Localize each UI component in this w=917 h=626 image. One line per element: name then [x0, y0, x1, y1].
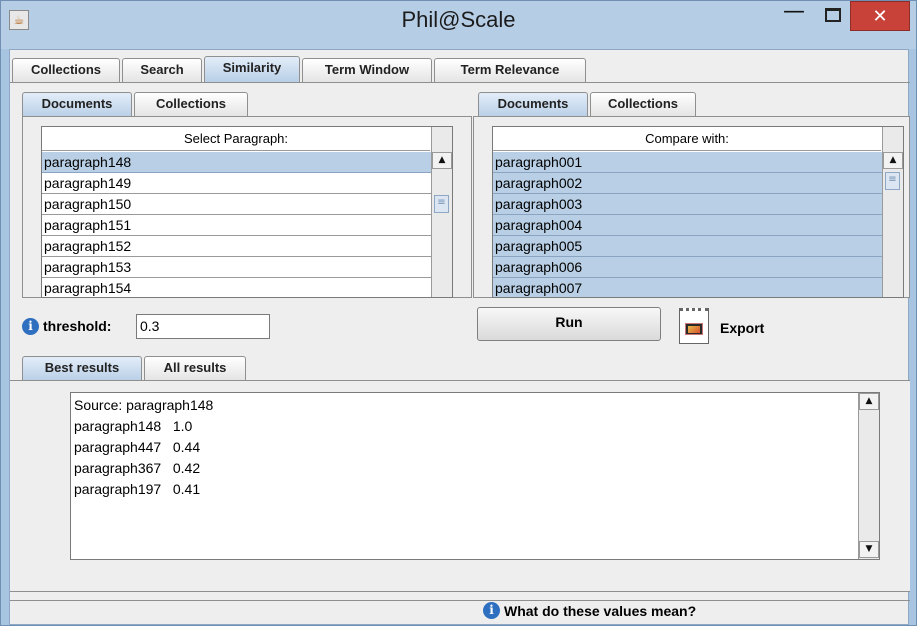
- tab-term-relevance[interactable]: Term Relevance: [434, 58, 586, 82]
- left-tab-collections[interactable]: Collections: [134, 92, 248, 116]
- list-item[interactable]: paragraph154: [42, 278, 432, 297]
- run-button[interactable]: Run: [477, 307, 661, 341]
- results-text-area[interactable]: Source: paragraph148 paragraph148 1.0 pa…: [70, 392, 880, 560]
- threshold-label: threshold:: [43, 318, 112, 334]
- client-area: Collections Search Similarity Term Windo…: [9, 49, 910, 625]
- tab-term-window[interactable]: Term Window: [302, 58, 432, 82]
- right-tab-collections[interactable]: Collections: [590, 92, 696, 116]
- scroll-thumb[interactable]: ≡: [885, 172, 900, 190]
- compare-with-header: Compare with:: [493, 127, 881, 151]
- results-scrollbar[interactable]: ▲ ▼: [858, 393, 879, 559]
- list-item[interactable]: paragraph005: [493, 236, 883, 257]
- app-window: ☕ Phil@Scale — ✕ Collections Search Simi…: [0, 0, 917, 626]
- list-item[interactable]: paragraph151: [42, 215, 432, 236]
- tab-all-results[interactable]: All results: [144, 356, 246, 380]
- close-button[interactable]: ✕: [850, 1, 910, 31]
- values-help-link[interactable]: What do these values mean?: [504, 603, 696, 619]
- scroll-up-icon[interactable]: ▲: [432, 152, 452, 169]
- scroll-up-icon[interactable]: ▲: [859, 393, 879, 410]
- right-tab-documents[interactable]: Documents: [478, 92, 588, 117]
- list-item[interactable]: paragraph004: [493, 215, 883, 236]
- minimize-button[interactable]: —: [775, 1, 813, 25]
- list-item[interactable]: paragraph007: [493, 278, 883, 297]
- right-documents-panel: Compare with: paragraph001 paragraph002 …: [473, 116, 910, 298]
- footer-divider: [10, 600, 910, 601]
- result-line: paragraph447 0.44: [74, 439, 201, 455]
- result-line: paragraph148 1.0: [74, 418, 193, 434]
- main-tab-divider: [10, 82, 910, 83]
- left-tab-documents[interactable]: Documents: [22, 92, 132, 117]
- result-line: paragraph367 0.42: [74, 460, 201, 476]
- title-bar[interactable]: ☕ Phil@Scale — ✕: [1, 1, 916, 49]
- list-item[interactable]: paragraph149: [42, 173, 432, 194]
- left-documents-panel: Select Paragraph: paragraph148 paragraph…: [22, 116, 472, 298]
- list-item[interactable]: paragraph002: [493, 173, 883, 194]
- list-item[interactable]: paragraph006: [493, 257, 883, 278]
- maximize-button[interactable]: [814, 6, 852, 28]
- threshold-input[interactable]: 0.3: [136, 314, 270, 339]
- tab-similarity[interactable]: Similarity: [204, 56, 300, 82]
- results-panel: Source: paragraph148 paragraph148 1.0 pa…: [10, 380, 910, 592]
- tab-best-results[interactable]: Best results: [22, 356, 142, 381]
- list-item[interactable]: paragraph150: [42, 194, 432, 215]
- list-item[interactable]: paragraph148: [42, 152, 432, 173]
- compare-with-list[interactable]: Compare with: paragraph001 paragraph002 …: [492, 126, 904, 298]
- list-item[interactable]: paragraph153: [42, 257, 432, 278]
- select-paragraph-list[interactable]: Select Paragraph: paragraph148 paragraph…: [41, 126, 453, 298]
- list-item[interactable]: paragraph001: [493, 152, 883, 173]
- tab-search[interactable]: Search: [122, 58, 202, 82]
- result-source-line: Source: paragraph148: [74, 397, 214, 413]
- select-paragraph-header: Select Paragraph:: [42, 127, 430, 151]
- maximize-icon: [825, 8, 841, 22]
- info-icon: i: [22, 318, 39, 335]
- left-list-scrollbar[interactable]: ▲ ≡: [431, 127, 452, 297]
- result-line: paragraph197 0.41: [74, 481, 201, 497]
- list-item[interactable]: paragraph152: [42, 236, 432, 257]
- scroll-thumb[interactable]: ≡: [434, 195, 449, 213]
- help-info-icon: i: [483, 602, 500, 619]
- export-button[interactable]: Export: [720, 320, 764, 336]
- export-icon[interactable]: [679, 308, 709, 344]
- list-item[interactable]: paragraph003: [493, 194, 883, 215]
- scroll-down-icon[interactable]: ▼: [859, 541, 879, 558]
- tab-collections[interactable]: Collections: [12, 58, 120, 82]
- scroll-up-icon[interactable]: ▲: [883, 152, 903, 169]
- right-list-scrollbar[interactable]: ▲ ≡: [882, 127, 903, 297]
